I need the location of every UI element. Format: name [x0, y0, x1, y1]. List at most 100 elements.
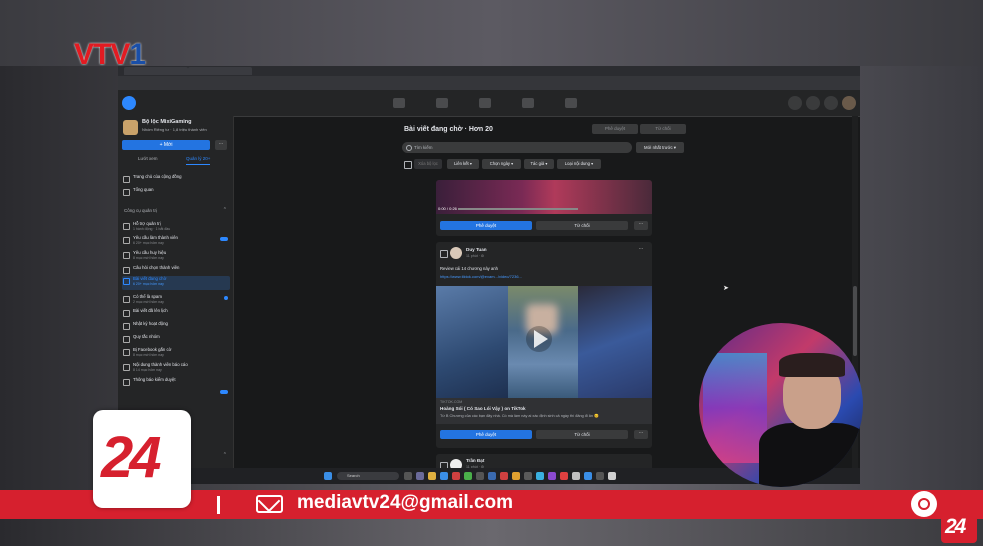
post-author[interactable]: Duy Tuan [466, 247, 487, 252]
post-author[interactable]: Trần Đạt [466, 458, 484, 463]
approve-button[interactable]: Phê duyệt [440, 221, 532, 230]
post-checkbox[interactable] [440, 250, 448, 258]
sidebar-item-overview[interactable]: Tổng quan [122, 187, 230, 198]
sidebar-item-label: Bài viết đang chờ [133, 276, 167, 281]
sidebar-item-community-home[interactable]: Trang chủ của cộng đồng [122, 174, 230, 185]
approve-all-button[interactable]: Phê duyệt [592, 124, 638, 134]
filter-author[interactable]: Tác giả ▾ [524, 159, 554, 169]
sidebar-item-activity-log[interactable]: Nhật ký hoạt động [122, 321, 230, 332]
notifications-icon[interactable] [824, 96, 838, 110]
app-icon[interactable] [488, 472, 496, 480]
app-icon[interactable] [512, 472, 520, 480]
browser-tab[interactable] [188, 67, 252, 75]
approve-button[interactable]: Phê duyệt [440, 430, 532, 439]
home-icon[interactable] [393, 98, 405, 108]
menu-icon[interactable] [788, 96, 802, 110]
more-options-button[interactable]: ··· [634, 246, 648, 255]
sidebar-item-pending-posts[interactable]: Bài viết đang chờ 6 20+ mục hôm nay [122, 276, 230, 290]
pending-posts-icon [123, 278, 130, 285]
post-time: 11 phút · ⚙ [466, 254, 485, 258]
edge-icon[interactable] [440, 472, 448, 480]
program-24-logo: 24 [93, 410, 191, 508]
groups-icon[interactable] [522, 98, 534, 108]
link-domain: TIKTOK.COM [440, 400, 463, 404]
sidebar-item-group-rules[interactable]: Quy tắc nhóm [122, 334, 230, 345]
app-icon[interactable] [524, 472, 532, 480]
sidebar-item-label: Nội dung thành viên báo cáo [133, 362, 188, 367]
app-icon[interactable] [608, 472, 616, 480]
sidebar-item-member-reported[interactable]: Nội dung thành viên báo cáo 8 14 mục hôm… [122, 362, 230, 373]
search-input[interactable]: Tìm kiếm [402, 142, 632, 153]
sidebar-item-admin-assist[interactable]: Hỗ trợ quản trị 1 hành động · 1 bắt đầu [122, 221, 230, 232]
sidebar-item-potential-spam[interactable]: Có thể là spam 2 mục mới hôm nay [122, 294, 230, 305]
sidebar-item-label: Nhật ký hoạt động [133, 321, 168, 326]
reject-button[interactable]: Từ chối [536, 221, 628, 230]
video-thumbnail[interactable] [436, 286, 652, 398]
task-view-icon[interactable] [404, 472, 412, 480]
sidebar-item-badge-requests[interactable]: Yêu cầu huy hiệu 8 mục mới hôm nay [122, 250, 230, 261]
play-icon[interactable] [534, 330, 548, 348]
filter-date[interactable]: Chọn ngày ▾ [482, 159, 521, 169]
sidebar-item-moderation-alerts[interactable]: Thông báo kiểm duyệt [122, 377, 230, 394]
watch-icon[interactable] [436, 98, 448, 108]
avatar[interactable] [450, 247, 462, 259]
app-icon[interactable] [536, 472, 544, 480]
sidebar-item-member-requests[interactable]: Yêu cầu làm thành viên 6 20+ mục hôm nay [122, 235, 230, 246]
app-icon[interactable] [476, 472, 484, 480]
filter-links[interactable]: Liên kết ▾ [447, 159, 479, 169]
browser-tab[interactable] [124, 67, 188, 75]
more-button[interactable]: ··· [215, 140, 227, 150]
app-icon[interactable] [548, 472, 556, 480]
post-text: Review cái 14 chương này anh [440, 266, 498, 271]
taskbar-search[interactable]: Search [337, 472, 399, 480]
new-post-button[interactable]: + Mới [122, 140, 210, 150]
sort-dropdown[interactable]: Mới nhất trước ▾ [636, 142, 684, 153]
banner-divider [217, 496, 220, 514]
app-icon[interactable] [596, 472, 604, 480]
reject-all-button[interactable]: Từ chối [640, 124, 686, 134]
group-avatar[interactable] [123, 120, 138, 135]
facebook-logo-icon[interactable] [122, 96, 136, 110]
app-icon[interactable] [500, 472, 508, 480]
file-explorer-icon[interactable] [428, 472, 436, 480]
messenger-icon[interactable] [806, 96, 820, 110]
page-title: Bài viết đang chờ · Hơn 20 [404, 126, 493, 133]
tab-browse[interactable]: Lướt xem [138, 156, 157, 161]
post-link[interactable]: https://www.tiktok.com/@exam.../video/72… [440, 274, 522, 279]
scrollbar-thumb[interactable] [853, 286, 857, 356]
profile-avatar[interactable] [842, 96, 856, 110]
count-badge [220, 390, 228, 394]
tab-manage[interactable]: Quản lý 20+ [186, 156, 211, 165]
mini-logo-text: 24 [945, 515, 966, 538]
video-progress-bar[interactable] [458, 208, 578, 210]
video-player[interactable]: 0:00 / 0:26 [436, 180, 652, 214]
browser-address-bar[interactable] [118, 76, 860, 90]
streamer-hair [779, 353, 845, 377]
alert-icon [123, 379, 130, 386]
start-icon[interactable] [324, 472, 332, 480]
more-options-button[interactable]: ··· [634, 430, 648, 439]
sidebar-item-sub: 2 mục mới hôm nay [133, 300, 164, 304]
link-preview[interactable]: TIKTOK.COM Hoàng Sói ( Có Sao Lói Vậy ) … [436, 398, 652, 424]
reject-button[interactable]: Từ chối [536, 430, 628, 439]
sidebar-item-scheduled-posts[interactable]: Bài viết đã lên lịch [122, 308, 230, 319]
chevron-up-icon[interactable]: ⌃ [223, 452, 227, 458]
group-name[interactable]: Bộ lộc MixiGaming [142, 119, 192, 125]
chevron-up-icon[interactable]: ⌃ [223, 207, 227, 213]
select-all-checkbox[interactable] [404, 161, 412, 169]
sidebar-item-membership-questions[interactable]: Câu hỏi chọn thành viên [122, 265, 230, 276]
app-icon[interactable] [416, 472, 424, 480]
sidebar-item-flagged-by-facebook[interactable]: Bị Facebook gắn cờ 8 mục mới hôm nay [122, 347, 230, 358]
filter-content-type[interactable]: Loại nội dung ▾ [557, 159, 601, 169]
app-icon[interactable] [572, 472, 580, 480]
app-icon[interactable] [584, 472, 592, 480]
clear-filters-button[interactable]: Xóa bộ lọc [414, 159, 442, 169]
streamer-shirt [759, 423, 863, 487]
marketplace-icon[interactable] [479, 98, 491, 108]
chrome-icon[interactable] [464, 472, 472, 480]
gaming-icon[interactable] [565, 98, 577, 108]
app-icon[interactable] [452, 472, 460, 480]
background-top-strip [0, 0, 983, 66]
more-options-button[interactable]: ··· [634, 221, 648, 230]
app-icon[interactable] [560, 472, 568, 480]
